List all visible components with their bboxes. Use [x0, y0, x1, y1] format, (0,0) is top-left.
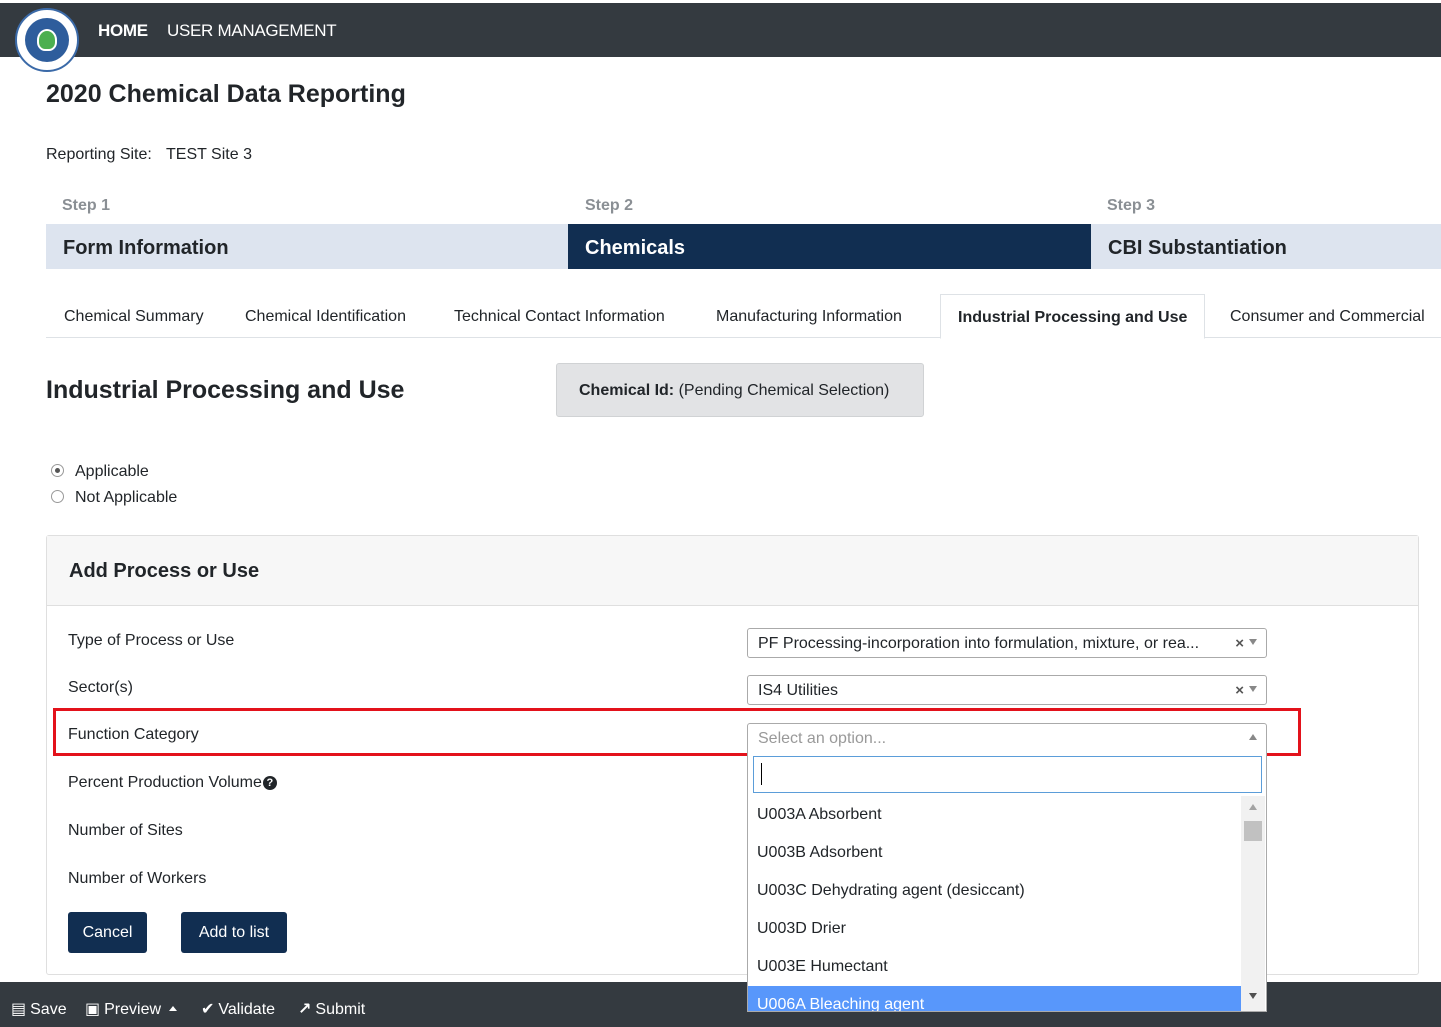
tab-chemical-summary[interactable]: Chemical Summary: [64, 294, 204, 338]
chemical-id-value: (Pending Chemical Selection): [678, 382, 890, 399]
type-of-process-label: Type of Process or Use: [68, 632, 235, 649]
scroll-up-arrow-icon[interactable]: [1249, 804, 1257, 810]
add-to-list-button[interactable]: Add to list: [181, 912, 287, 953]
clear-sector-icon[interactable]: ×: [1235, 682, 1244, 699]
cancel-button[interactable]: Cancel: [68, 912, 147, 953]
sectors-value: IS4 Utilities: [758, 682, 839, 699]
type-of-process-select[interactable]: PF Processing-incorporation into formula…: [747, 628, 1267, 658]
annotation-highlight-box: [53, 708, 1301, 756]
external-link-icon: ↗: [298, 1001, 312, 1018]
percent-production-volume-label: Percent Production Volume?: [68, 774, 277, 792]
radio-not-applicable[interactable]: Not Applicable: [51, 489, 177, 507]
clear-type-icon[interactable]: ×: [1235, 635, 1244, 652]
dropdown-option[interactable]: U003D Drier: [748, 910, 1242, 948]
scroll-down-arrow-icon[interactable]: [1249, 993, 1257, 999]
camera-icon: ▣: [85, 1001, 101, 1018]
step-chemicals[interactable]: Chemicals: [568, 224, 1091, 269]
tab-consumer-and-commercial[interactable]: Consumer and Commercial: [1230, 294, 1425, 338]
caret-up-icon: [169, 1006, 178, 1011]
submit-button[interactable]: ↗ Submit: [298, 999, 365, 1019]
question-circle-icon[interactable]: ?: [262, 776, 277, 790]
section-title: Industrial Processing and Use: [46, 376, 405, 404]
chevron-down-icon[interactable]: [1249, 686, 1257, 692]
function-category-dropdown: U003A Absorbent U003B Adsorbent U003C De…: [747, 752, 1267, 1012]
chemical-tabs: Chemical Summary Chemical Identification…: [46, 294, 1441, 339]
tab-chemical-identification[interactable]: Chemical Identification: [245, 294, 406, 338]
nav-user-management-link[interactable]: USER MANAGEMENT: [167, 21, 337, 41]
dropdown-option[interactable]: U003E Humectant: [748, 948, 1242, 986]
tab-manufacturing-information[interactable]: Manufacturing Information: [716, 294, 902, 338]
card-title: Add Process or Use: [47, 536, 1418, 606]
radio-not-applicable-label: Not Applicable: [75, 489, 178, 506]
validate-button[interactable]: ✔ Validate: [201, 999, 275, 1019]
preview-button[interactable]: ▣ Preview: [85, 999, 178, 1019]
reporting-site-label: Reporting Site:: [46, 146, 152, 163]
save-label: Save: [30, 1001, 67, 1018]
dropdown-options-list: U003A Absorbent U003B Adsorbent U003C De…: [748, 796, 1242, 1011]
submit-label: Submit: [315, 1001, 366, 1018]
dropdown-option[interactable]: U003C Dehydrating agent (desiccant): [748, 872, 1242, 910]
tab-technical-contact-information[interactable]: Technical Contact Information: [454, 294, 665, 338]
step-2-number: Step 2: [585, 197, 634, 214]
step-3-number: Step 3: [1107, 197, 1156, 214]
radio-applicable-label: Applicable: [75, 463, 149, 480]
sectors-label: Sector(s): [68, 679, 133, 696]
type-of-process-value: PF Processing-incorporation into formula…: [758, 635, 1200, 652]
reporting-site-value: TEST Site 3: [166, 146, 252, 163]
step-1-number: Step 1: [62, 197, 111, 214]
dropdown-scrollbar[interactable]: [1241, 796, 1265, 1011]
sectors-select[interactable]: IS4 Utilities ×: [747, 675, 1267, 705]
chevron-down-icon[interactable]: [1249, 639, 1257, 645]
step-form-information[interactable]: Form Information: [46, 224, 569, 269]
number-of-workers-label: Number of Workers: [68, 870, 207, 887]
logo-emblem-icon: [25, 18, 69, 62]
percent-production-volume-text: Percent Production Volume: [68, 774, 262, 791]
dropdown-option[interactable]: U003B Adsorbent: [748, 834, 1242, 872]
step-cbi-substantiation[interactable]: CBI Substantiation: [1091, 224, 1441, 269]
text-cursor: [761, 763, 762, 785]
chemical-id-label: Chemical Id:: [579, 382, 675, 399]
page-title: 2020 Chemical Data Reporting: [46, 80, 406, 108]
radio-button-checked[interactable]: [51, 464, 64, 477]
validate-label: Validate: [218, 1001, 276, 1018]
chemical-id-badge: Chemical Id: (Pending Chemical Selection…: [556, 363, 924, 417]
epa-seal-logo[interactable]: [15, 8, 79, 72]
checkmark-icon: ✔: [201, 1001, 215, 1018]
preview-label: Preview: [104, 1001, 162, 1018]
dropdown-option[interactable]: U003A Absorbent: [748, 796, 1242, 834]
floppy-disk-icon: ▤: [11, 1001, 27, 1018]
radio-button-unchecked[interactable]: [51, 490, 64, 503]
dropdown-option-highlighted[interactable]: U006A Bleaching agent: [748, 986, 1242, 1011]
save-button[interactable]: ▤ Save: [11, 999, 67, 1019]
dropdown-search-input[interactable]: [753, 756, 1262, 793]
number-of-sites-label: Number of Sites: [68, 822, 183, 839]
scrollbar-thumb[interactable]: [1244, 821, 1262, 841]
radio-applicable[interactable]: Applicable: [51, 463, 149, 481]
top-navbar: HOME USER MANAGEMENT: [0, 0, 1441, 57]
leaf-icon: [37, 29, 57, 51]
nav-home-link[interactable]: HOME: [98, 21, 148, 41]
tab-industrial-processing-and-use[interactable]: Industrial Processing and Use: [940, 294, 1206, 339]
